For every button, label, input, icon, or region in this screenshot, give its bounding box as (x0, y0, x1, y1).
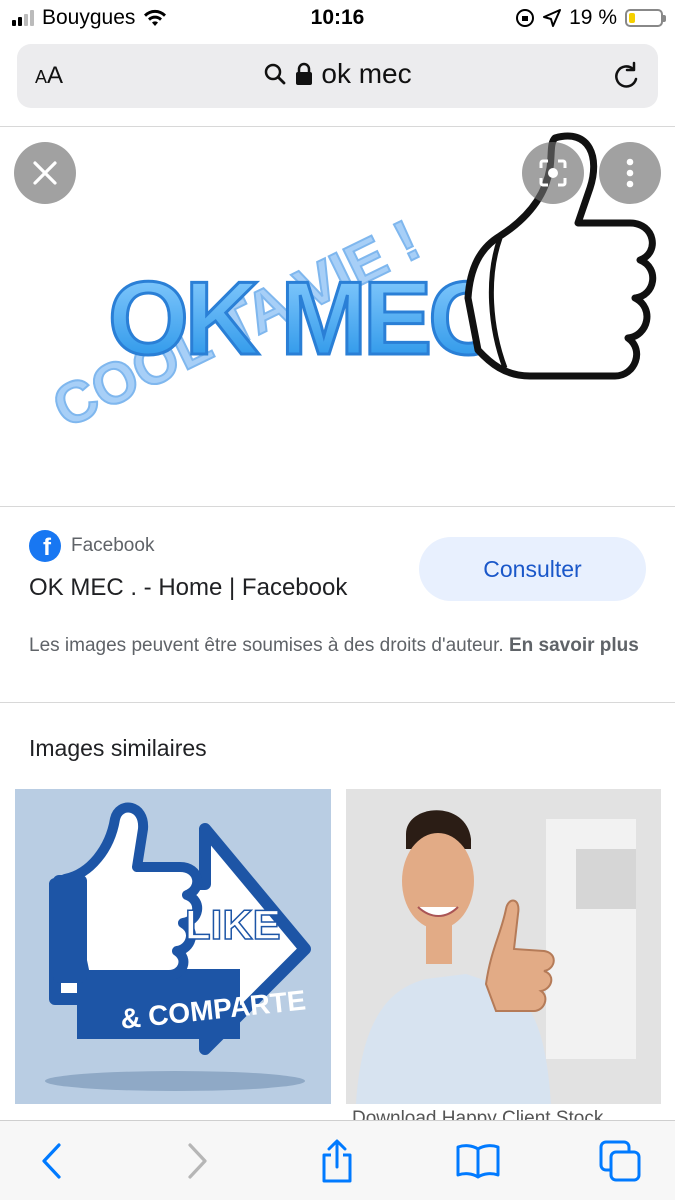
similar-images-heading: Images similaires (29, 735, 207, 761)
like-label: LIKE (185, 901, 281, 948)
rights-text: Les images peuvent être soumises à des d… (29, 635, 504, 656)
lock-icon (296, 62, 313, 85)
bookmarks-button[interactable] (456, 1139, 500, 1183)
bookmarks-icon (456, 1144, 500, 1179)
hero-divider (0, 506, 675, 507)
browser-toolbar (0, 1120, 675, 1200)
reload-icon[interactable] (612, 60, 642, 92)
share-icon (322, 1139, 352, 1183)
orientation-lock-icon (516, 9, 535, 27)
address-query: ok mec (321, 58, 412, 89)
facebook-icon: f (29, 530, 61, 562)
tabs-icon (599, 1140, 641, 1182)
back-icon (42, 1143, 61, 1179)
smiling-man-thumbs-up-image (346, 789, 661, 1104)
lens-button[interactable] (522, 142, 584, 204)
close-button[interactable] (14, 142, 76, 204)
consult-button[interactable]: Consulter (419, 537, 646, 601)
forward-icon (188, 1143, 207, 1179)
forward-button[interactable] (175, 1139, 219, 1183)
lens-icon (539, 159, 567, 187)
result-source[interactable]: f Facebook (29, 530, 154, 562)
like-share-image: LIKE & COMPARTE (45, 802, 311, 1091)
address-bar[interactable]: AA ok mec (17, 44, 658, 108)
tabs-button[interactable] (598, 1139, 642, 1183)
location-icon (543, 9, 562, 27)
close-icon (33, 161, 57, 185)
share-button[interactable] (315, 1139, 359, 1183)
similar-image-caption: Download Happy Client Stock (352, 1108, 604, 1120)
status-bar: Bouygues 10:16 19 % (0, 0, 675, 38)
battery-icon (625, 9, 666, 27)
source-label: Facebook (71, 535, 155, 556)
thumbs-up-icon (53, 802, 203, 983)
similar-image-like[interactable]: LIKE & COMPARTE (15, 789, 331, 1104)
section-divider (0, 702, 675, 703)
copyright-notice: Les images peuvent être soumises à des d… (29, 631, 649, 660)
more-options-button[interactable] (599, 142, 661, 204)
address-field[interactable]: ok mec (17, 58, 658, 90)
preview-image[interactable]: COOL TA VIE ! OK MEC. (0, 128, 675, 506)
similar-image-man[interactable] (346, 789, 661, 1104)
result-title[interactable]: OK MEC . - Home | Facebook (29, 574, 347, 602)
back-button[interactable] (30, 1139, 74, 1183)
learn-more-link[interactable]: En savoir plus (509, 635, 639, 656)
top-divider (0, 126, 675, 127)
search-icon (265, 63, 286, 85)
more-icon (626, 158, 634, 188)
status-right: 19 % (515, 6, 666, 30)
logo-main-text: OK MEC. (108, 261, 528, 377)
battery-percent: 19 % (569, 6, 617, 29)
